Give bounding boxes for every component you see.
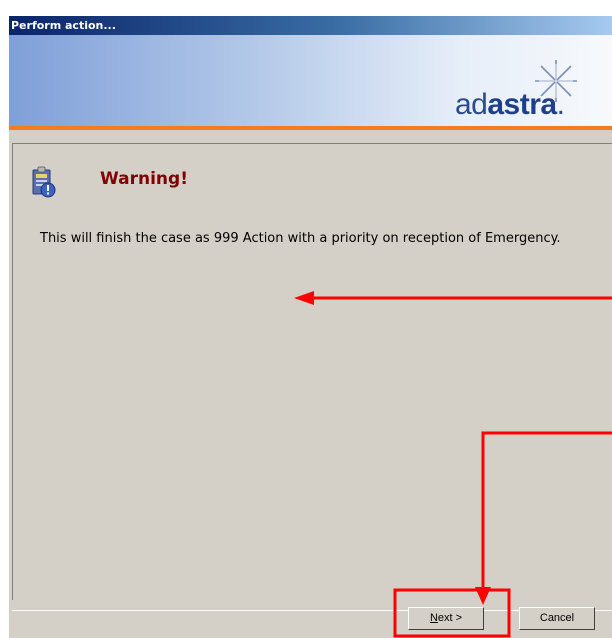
accent-divider	[9, 126, 612, 130]
next-mnemonic: N	[429, 612, 438, 624]
title-bar[interactable]: Perform action...	[9, 16, 612, 35]
logo-text-part2: astra	[487, 88, 557, 121]
cancel-button[interactable]: Cancel	[519, 607, 595, 630]
perform-action-dialog: Perform action... adastra. Warning! This…	[9, 16, 612, 638]
next-button[interactable]: Next >	[408, 607, 484, 630]
dialog-content: Warning! This will finish the case as 99…	[12, 143, 612, 600]
next-label: ext >	[437, 612, 463, 624]
warning-clipboard-icon	[32, 166, 56, 198]
header-banner: adastra.	[9, 35, 612, 126]
logo-text-part1: ad	[455, 88, 488, 121]
warning-message: This will finish the case as 999 Action …	[40, 231, 561, 246]
warning-title: Warning!	[100, 169, 188, 189]
adastra-logo: adastra.	[455, 88, 565, 121]
